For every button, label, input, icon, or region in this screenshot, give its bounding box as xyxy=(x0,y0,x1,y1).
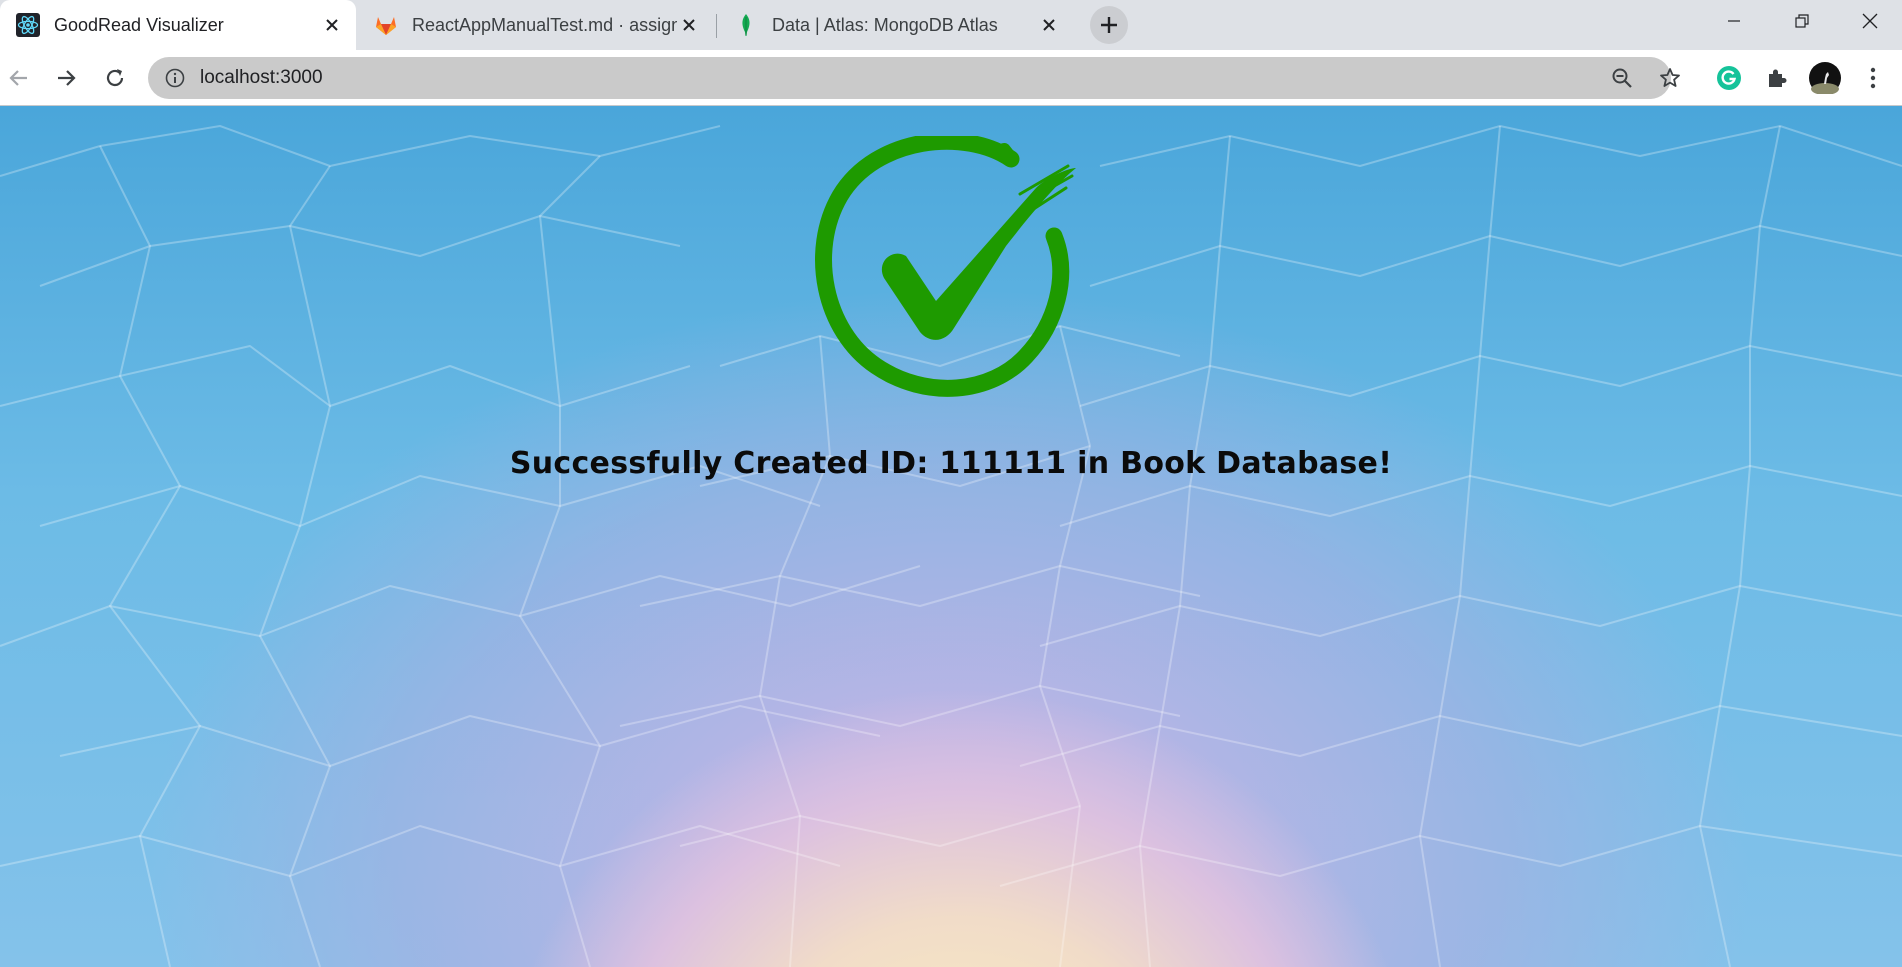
address-bar[interactable]: localhost:3000 xyxy=(148,57,1680,99)
new-tab-button[interactable] xyxy=(1090,6,1128,44)
browser-menu-button[interactable] xyxy=(1855,60,1891,96)
success-checkmark-icon xyxy=(815,136,1076,397)
grammarly-extension-button[interactable] xyxy=(1711,60,1747,96)
puzzle-piece-icon xyxy=(1769,69,1787,87)
success-message: Successfully Created ID: 111111 in Book … xyxy=(509,446,1393,481)
tab-goodread-visualizer[interactable]: GoodRead Visualizer xyxy=(0,0,356,50)
site-info-icon[interactable] xyxy=(164,67,186,89)
tab-title: GoodRead Visualizer xyxy=(54,14,224,35)
restore-icon xyxy=(1795,14,1809,28)
zoom-out-icon[interactable] xyxy=(1611,67,1633,89)
more-vert-icon xyxy=(1870,67,1876,89)
forward-button[interactable] xyxy=(48,60,84,96)
extensions-button[interactable] xyxy=(1759,60,1795,96)
close-tab-icon[interactable] xyxy=(320,13,344,37)
url-text[interactable]: localhost:3000 xyxy=(200,67,323,89)
page-viewport: Successfully Created ID: 111111 in Book … xyxy=(0,106,1902,967)
tab-gitlab-readme[interactable]: ReactAppManualTest.md · assignments xyxy=(358,0,713,50)
minimize-icon xyxy=(1728,20,1740,22)
reload-icon xyxy=(106,69,124,87)
minimize-button[interactable] xyxy=(1702,0,1766,42)
avatar xyxy=(1809,62,1841,94)
reload-button[interactable] xyxy=(97,60,133,96)
tab-strip: GoodRead Visualizer ReactAppManualTest.m… xyxy=(0,0,1902,50)
browser-toolbar: localhost:3000 xyxy=(0,50,1902,106)
close-tab-icon[interactable] xyxy=(677,13,701,37)
grammarly-icon xyxy=(1717,66,1741,90)
plus-icon xyxy=(1101,17,1117,33)
profile-avatar-button[interactable] xyxy=(1807,60,1843,96)
bookmark-star-icon[interactable] xyxy=(1659,67,1681,89)
close-icon xyxy=(1862,13,1878,29)
back-button[interactable] xyxy=(1,60,37,96)
tab-mongodb-atlas[interactable]: Data | Atlas: MongoDB Atlas xyxy=(718,0,1073,50)
mongodb-leaf-icon xyxy=(734,13,758,37)
tab-title: ReactAppManualTest.md · assignments xyxy=(412,14,677,35)
react-icon xyxy=(16,13,40,37)
restore-button[interactable] xyxy=(1770,0,1834,42)
tab-title: Data | Atlas: MongoDB Atlas xyxy=(772,14,998,35)
tab-separator xyxy=(716,14,717,38)
back-arrow-icon xyxy=(9,70,27,86)
close-tab-icon[interactable] xyxy=(1037,13,1061,37)
gitlab-icon xyxy=(374,13,398,37)
forward-arrow-icon xyxy=(58,70,76,86)
close-window-button[interactable] xyxy=(1838,0,1902,42)
